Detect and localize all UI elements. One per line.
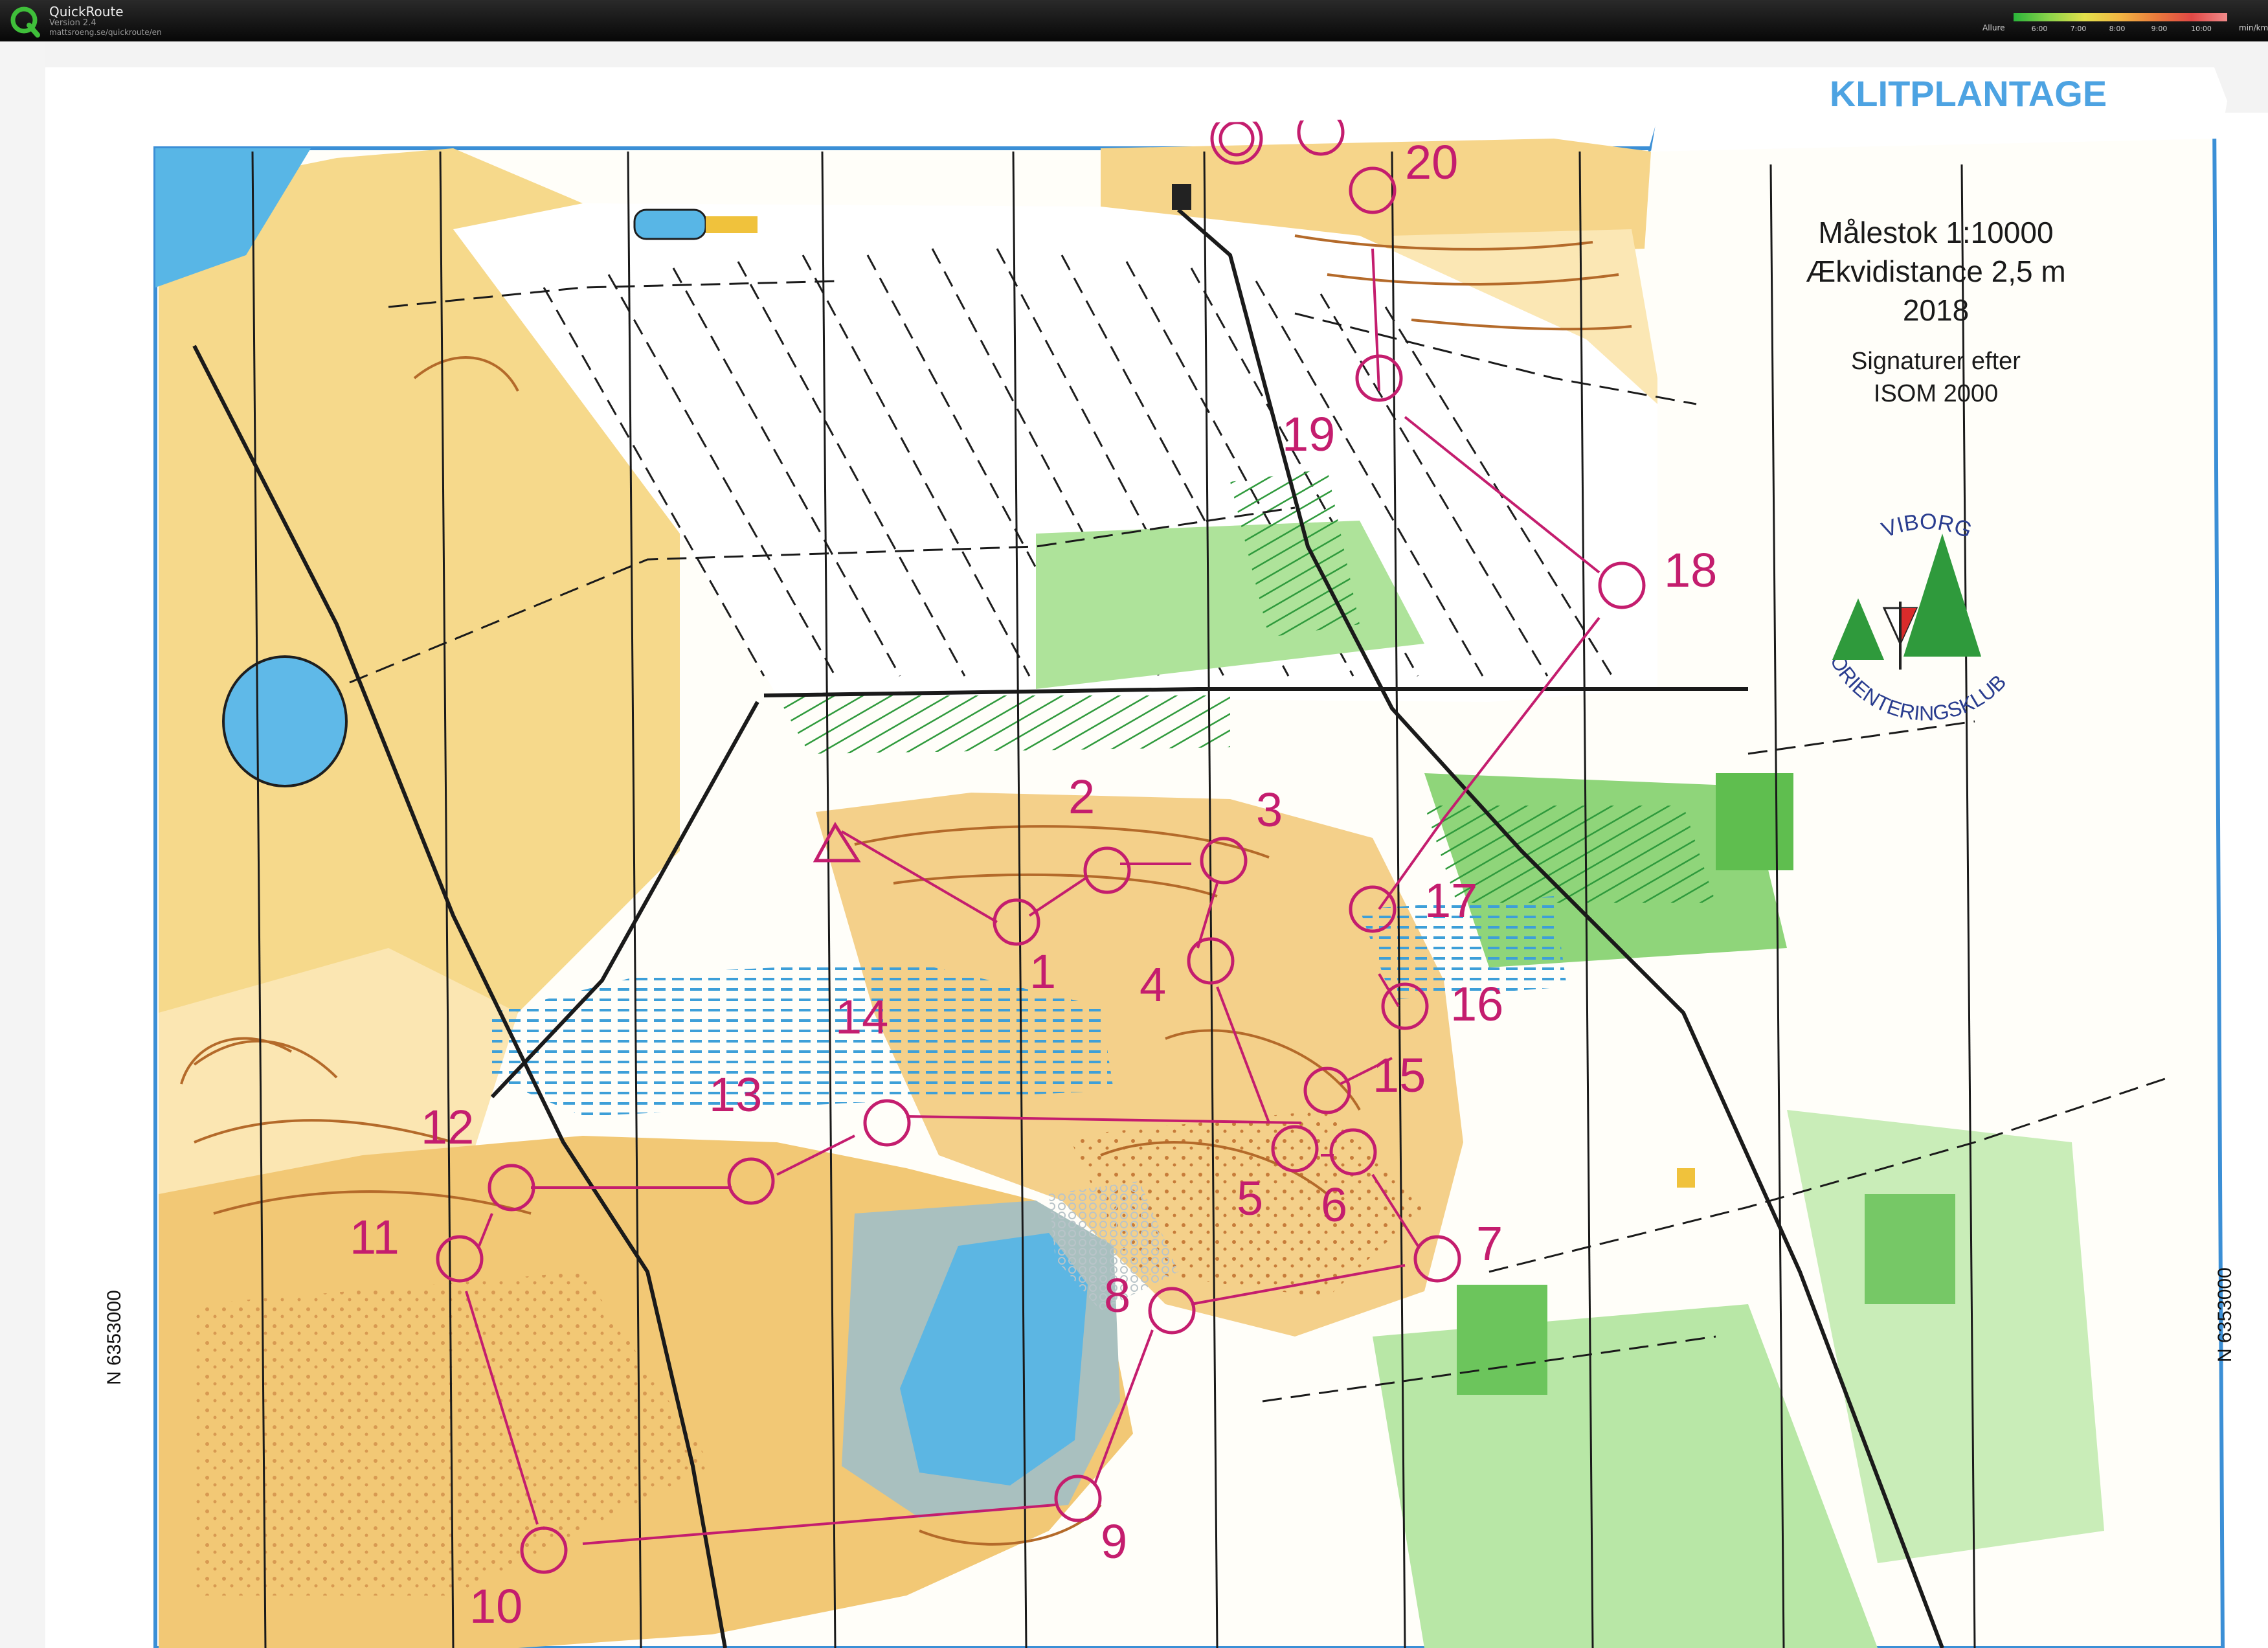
pond-north-yellow [706, 216, 758, 233]
club-logo-icon: VIBORG ORIENTERINGSKLUB [1826, 510, 2011, 721]
map-view[interactable]: KLITPLANTAGE Målestok 1:10000 Ækvidistan… [0, 41, 2268, 1648]
pace-tick: 9:00 [2151, 25, 2168, 33]
control-number-10: 10 [469, 1579, 523, 1633]
control-number-1: 1 [1029, 945, 1057, 999]
tree-big-icon [1903, 534, 1981, 657]
forest-green-stripes-1 [777, 695, 1230, 754]
forest-dark-green-2 [1457, 1285, 1547, 1395]
lake-west [222, 655, 348, 787]
control-number-8: 8 [1104, 1269, 1131, 1322]
pace-color-scale [2014, 13, 2227, 21]
map-symbols-line1: Signaturer efter [1851, 348, 2021, 375]
forest-dark-green-1 [1716, 773, 1793, 870]
control-number-5: 5 [1237, 1171, 1264, 1225]
pace-tick: 10:00 [2191, 25, 2212, 33]
map-header-text: KLITPLANTAGE [1830, 73, 2107, 114]
grid-label-right: N 6353000 [2214, 1267, 2236, 1362]
grid-label-left: N 6353000 [104, 1290, 125, 1385]
map-legend: Målestok 1:10000 Ækvidistance 2,5 m 2018… [1709, 213, 2162, 410]
club-name-bottom: ORIENTERINGSKLUB [1826, 651, 2011, 721]
map-scale: Målestok 1:10000 [1818, 216, 2054, 249]
pace-tick: 6:00 [2031, 25, 2048, 33]
club-name-top: VIBORG [1878, 510, 1975, 543]
control-number-3: 3 [1256, 783, 1283, 837]
app-titlebar: QuickRoute Version 2.4 mattsroeng.se/qui… [0, 0, 2268, 41]
pace-tick: 7:00 [2070, 25, 2087, 33]
pace-ticks: 6:00 7:00 8:00 9:00 10:00 [2014, 25, 2227, 34]
control-number-13: 13 [709, 1068, 763, 1122]
map-contour-interval: Ækvidistance 2,5 m [1806, 254, 2066, 288]
forest-dark-green-3 [1865, 1194, 1955, 1304]
building-north [1172, 184, 1191, 210]
control-number-12: 12 [421, 1100, 475, 1154]
pace-legend-label: Allure [1982, 23, 2005, 32]
control-number-7: 7 [1476, 1217, 1503, 1270]
control-number-6: 6 [1321, 1178, 1348, 1232]
pace-tick: 8:00 [2109, 25, 2126, 33]
pond-north [633, 209, 707, 240]
app-version: Version 2.4 [49, 18, 96, 28]
yellow-marker [1677, 1168, 1695, 1188]
map-symbols-line2: ISOM 2000 [1873, 380, 1999, 407]
control-number-4: 4 [1140, 958, 1167, 1011]
tree-left-icon [1832, 598, 1884, 660]
app-name: QuickRoute [49, 4, 124, 19]
control-number-9: 9 [1101, 1515, 1128, 1568]
control-number-17: 17 [1424, 874, 1478, 927]
control-number-14: 14 [835, 990, 889, 1044]
control-number-18: 18 [1664, 543, 1718, 597]
control-number-11: 11 [350, 1210, 399, 1264]
scanner-left-margin [0, 41, 45, 1648]
app-url: mattsroeng.se/quickroute/en [49, 28, 162, 37]
control-number-19: 19 [1282, 407, 1336, 461]
pace-unit: min/km [2239, 23, 2268, 32]
quickroute-logo-icon [10, 6, 40, 38]
control-number-15: 15 [1373, 1048, 1426, 1102]
control-number-20: 20 [1405, 135, 1459, 189]
control-number-2: 2 [1068, 770, 1095, 824]
map-year: 2018 [1902, 293, 1970, 327]
control-number-16: 16 [1450, 977, 1504, 1031]
